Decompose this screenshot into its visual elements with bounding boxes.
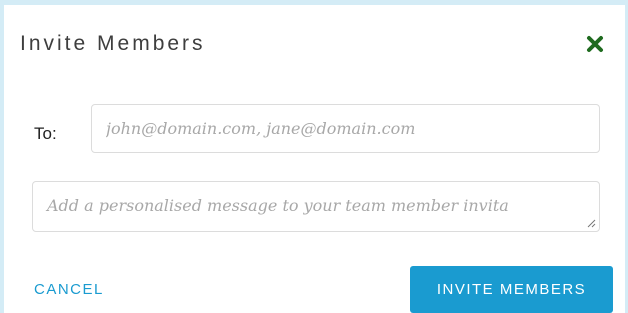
invite-members-button[interactable]: INVITE MEMBERS bbox=[410, 266, 613, 313]
invite-members-dialog: Invite Members To: CANCEL INVITE MEMBERS bbox=[4, 5, 625, 313]
close-icon[interactable] bbox=[583, 32, 607, 56]
cancel-button[interactable]: CANCEL bbox=[34, 280, 104, 300]
personal-message-textarea[interactable] bbox=[32, 181, 600, 232]
resize-handle-icon[interactable] bbox=[586, 218, 596, 228]
to-label: To: bbox=[34, 124, 57, 143]
to-email-input[interactable] bbox=[91, 104, 600, 153]
dialog-title: Invite Members bbox=[20, 32, 206, 55]
